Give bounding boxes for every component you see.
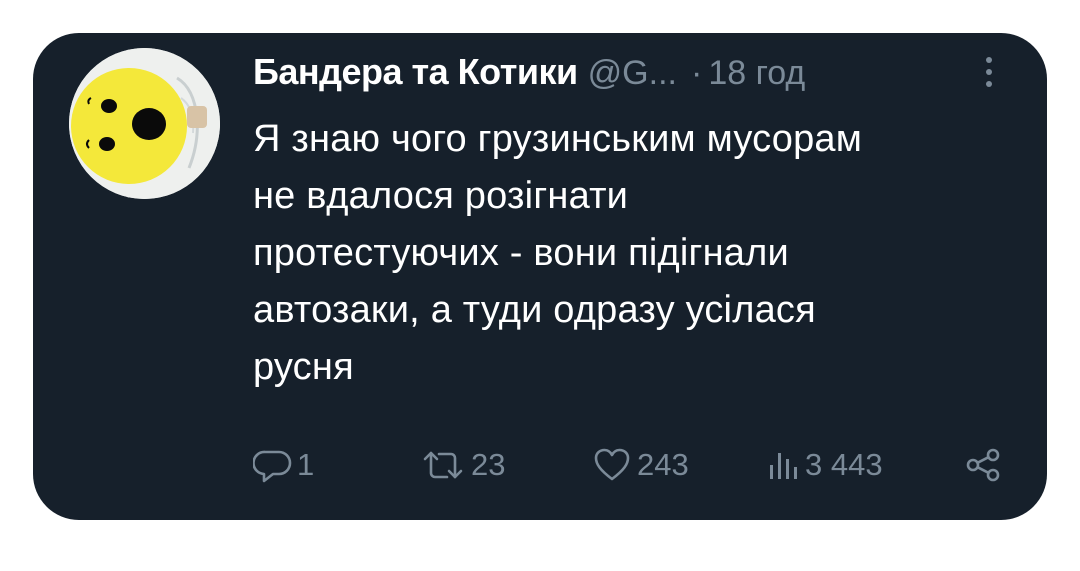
separator-dot: · [690,54,703,92]
tweet-text-line: автозаки, а туди одразу усілася [253,289,816,331]
author-handle[interactable]: @G... [588,54,677,93]
retweet-button[interactable]: 23 [419,440,505,490]
reply-button[interactable]: 1 [253,440,314,490]
retweet-count: 23 [471,447,506,482]
avatar-image [69,48,220,199]
avatar[interactable] [69,48,220,199]
tweet-header: Бандера та Котики @G... · 18 год [253,51,805,95]
more-options-icon[interactable] [981,53,997,95]
tweet-text: Я знаю чого грузинським мусорам не вдало… [253,111,1023,396]
tweet-card[interactable]: Бандера та Котики @G... · 18 год Я знаю … [33,33,1047,520]
reply-count: 1 [297,447,315,482]
like-button[interactable]: 243 [591,440,689,490]
views-count: 3 443 [805,447,883,482]
views-icon [761,445,801,485]
tweet-timestamp[interactable]: 18 год [708,54,805,93]
share-button[interactable] [963,440,1003,490]
tweet-text-line: русня [253,346,354,388]
tweet-text-line: Я знаю чого грузинським мусорам [253,118,863,160]
author-name[interactable]: Бандера та Котики [253,51,578,93]
share-icon [963,445,1003,485]
tweet-text-line: не вдалося розігнати [253,175,629,217]
tweet-text-line: протестуючих - вони підігнали [253,232,789,274]
like-count: 243 [637,447,689,482]
tweet-actions: 1 23 243 3 443 [253,440,1033,490]
views-button[interactable]: 3 443 [761,440,883,490]
retweet-icon [419,445,467,485]
heart-icon [591,445,633,485]
reply-icon [253,445,293,485]
